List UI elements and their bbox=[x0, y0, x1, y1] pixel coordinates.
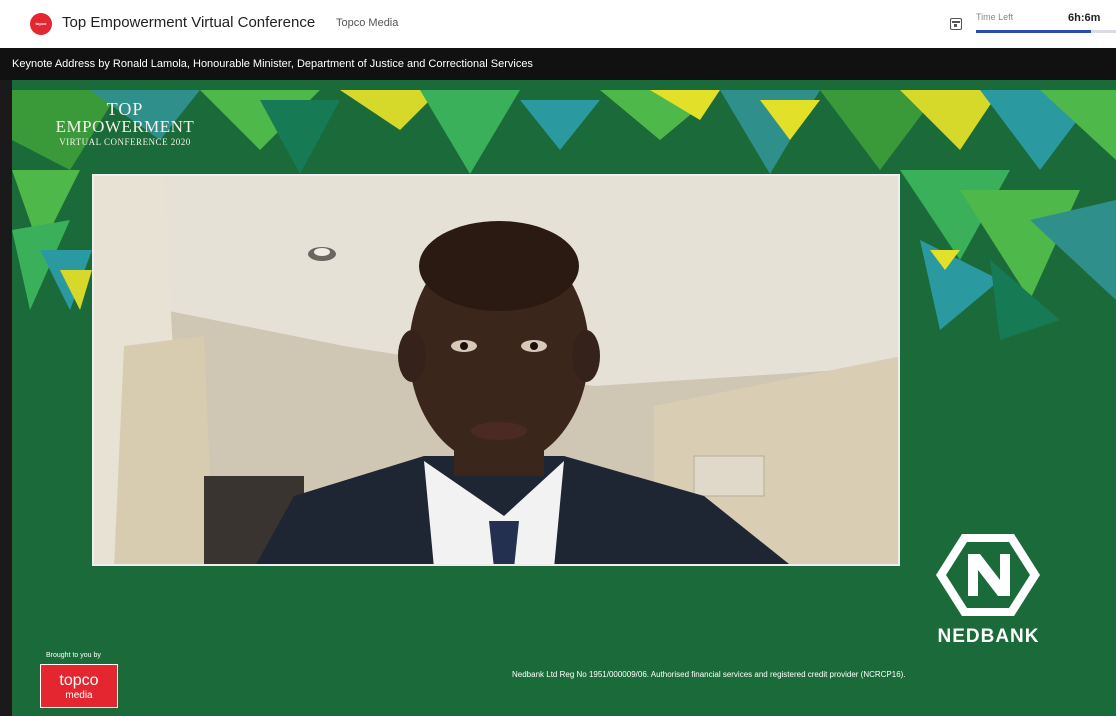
speaker-video-feed bbox=[94, 176, 898, 564]
session-header: Keynote Address by Ronald Lamola, Honour… bbox=[0, 48, 1116, 80]
topco-logo-icon[interactable]: topco bbox=[30, 13, 52, 35]
time-left-value: 6h:6m bbox=[1068, 12, 1101, 24]
organizer-name[interactable]: Topco Media bbox=[336, 17, 398, 29]
topco-logo-line2: media bbox=[65, 690, 93, 701]
session-title: Keynote Address by Ronald Lamola, Honour… bbox=[12, 58, 533, 70]
video-stage[interactable]: TOP EMPOWERMENT VIRTUAL CONFERENCE 2020 bbox=[0, 80, 1116, 716]
conference-logo-line1: TOP bbox=[106, 99, 144, 119]
time-left-progress bbox=[976, 30, 1116, 33]
sponsor-legal-text: Nedbank Ltd Reg No 1951/000009/06. Autho… bbox=[512, 670, 906, 679]
logo-text: topco bbox=[35, 21, 47, 26]
stage-left-edge bbox=[0, 80, 12, 716]
speaker-video[interactable] bbox=[92, 174, 900, 566]
brought-to-you-by: Brought to you by bbox=[46, 652, 101, 659]
conference-logo-line2: EMPOWERMENT bbox=[55, 117, 195, 136]
conference-logo: TOP EMPOWERMENT VIRTUAL CONFERENCE 2020 bbox=[40, 100, 210, 148]
time-left-progress-fill bbox=[976, 30, 1091, 33]
app-header: topco Top Empowerment Virtual Conference… bbox=[0, 0, 1116, 48]
calendar-icon[interactable] bbox=[950, 18, 962, 30]
event-title: Top Empowerment Virtual Conference bbox=[62, 14, 316, 31]
topco-media-logo: topco media bbox=[40, 664, 118, 708]
nedbank-logo-icon bbox=[936, 534, 1040, 616]
time-left-label: Time Left bbox=[976, 12, 1014, 22]
conference-logo-line3: VIRTUAL CONFERENCE 2020 bbox=[59, 137, 191, 147]
sponsor-name: NEDBANK bbox=[937, 626, 1040, 647]
topco-logo-line1: topco bbox=[59, 672, 99, 689]
